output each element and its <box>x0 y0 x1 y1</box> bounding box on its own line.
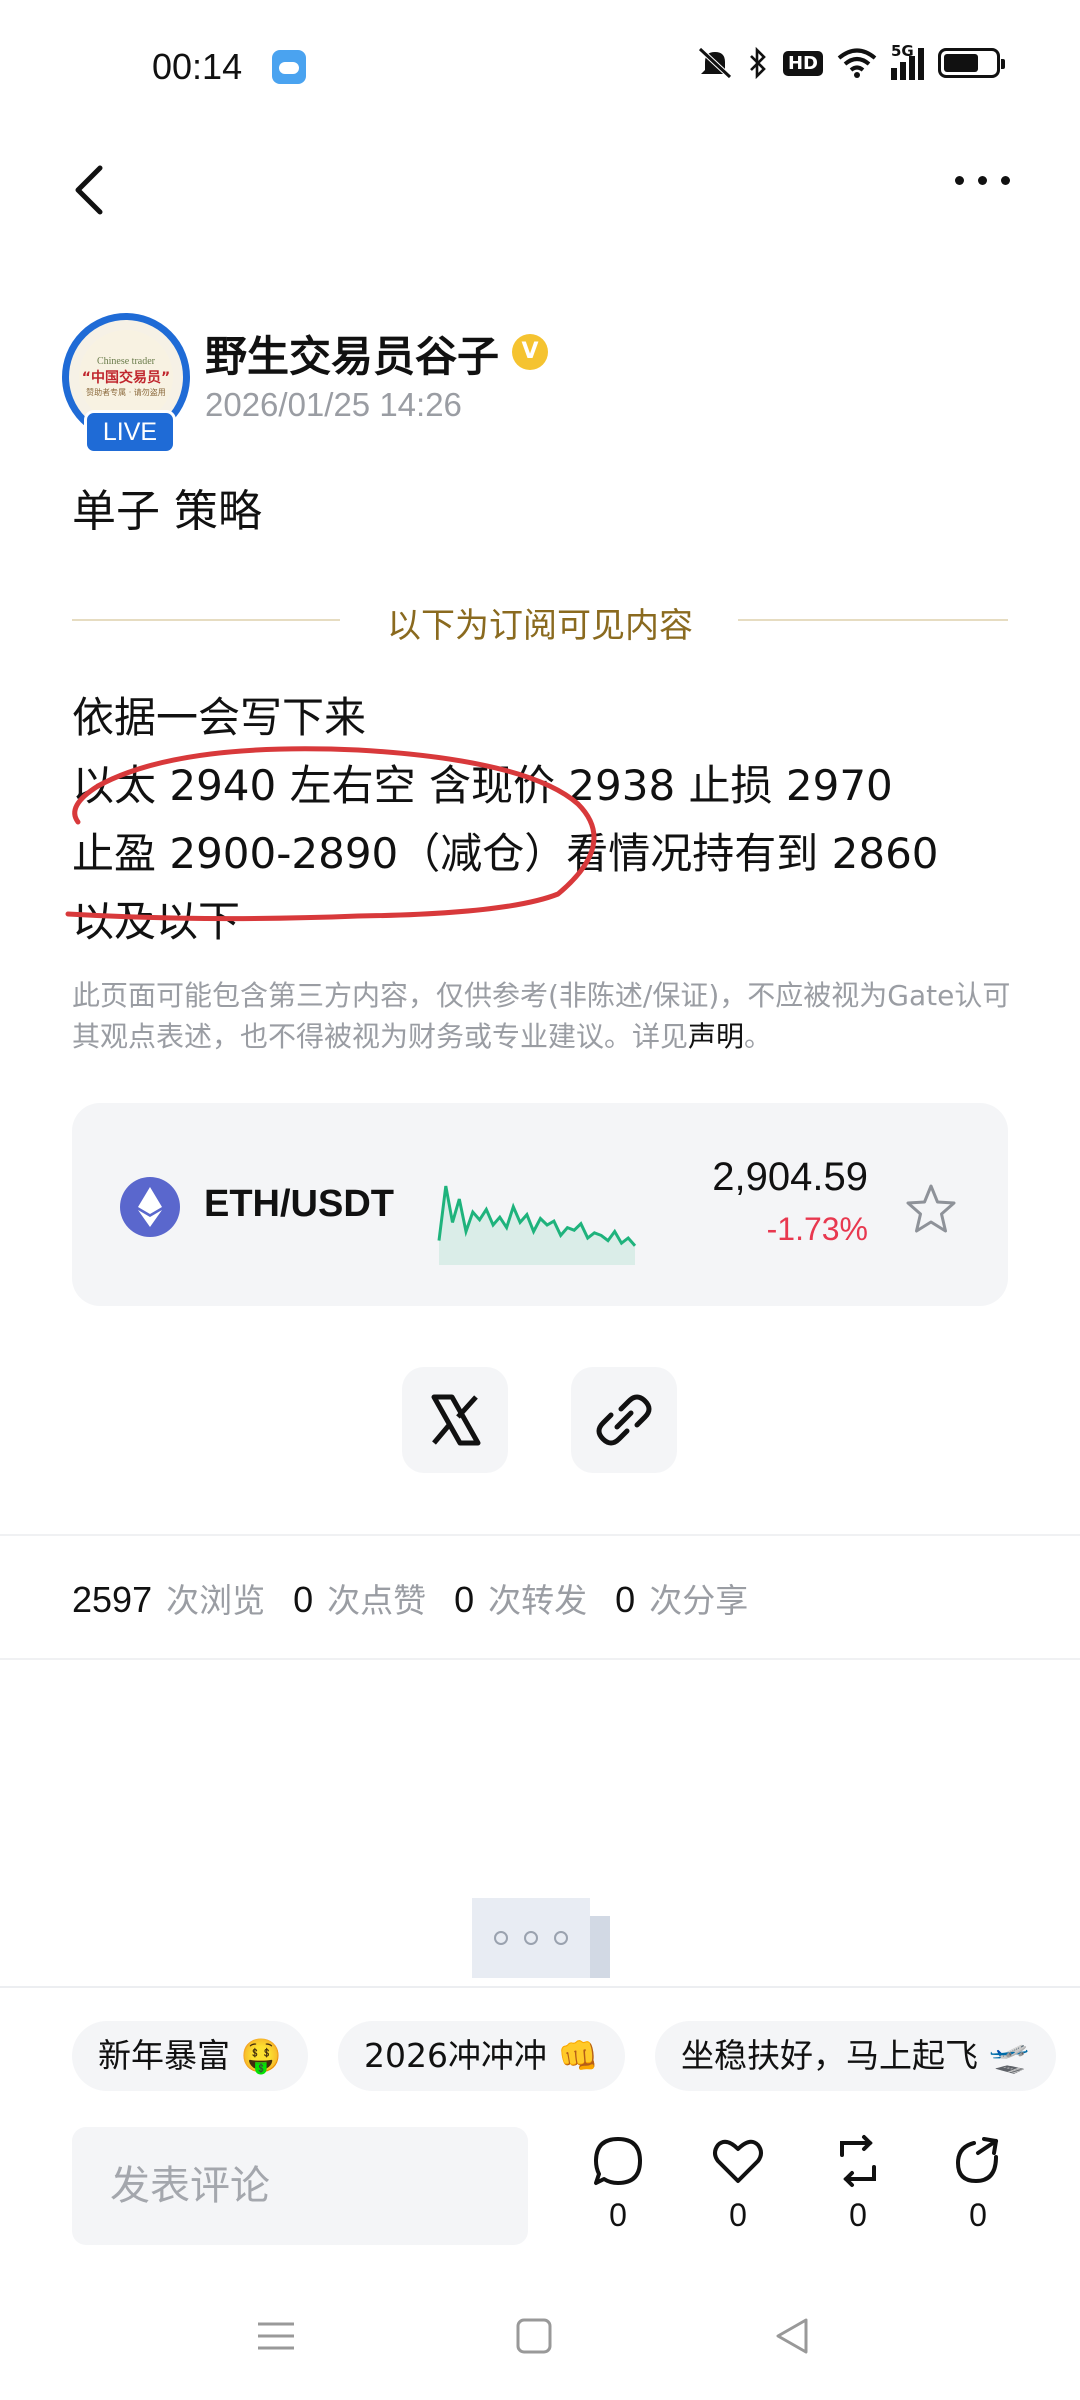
verified-badge-icon: V <box>512 334 548 370</box>
views-count: 2597 <box>72 1579 153 1620</box>
divider <box>0 1658 1080 1660</box>
status-time: 00:14 <box>152 46 243 87</box>
quick-reply-chip[interactable]: 2026冲冲冲 👊 <box>338 2021 625 2091</box>
repost-icon <box>840 2135 876 2187</box>
avatar-text-2: “中国交易员” <box>81 370 171 386</box>
likes-count: 0 <box>293 1579 314 1620</box>
comment-action[interactable]: 0 <box>578 2133 658 2234</box>
share-icon <box>955 2137 998 2184</box>
loading-indicator <box>472 1898 590 1978</box>
avatar-text-1: Chinese trader <box>96 356 156 367</box>
hd-badge: HD <box>782 50 823 76</box>
eth-icon <box>120 1177 180 1237</box>
share-action[interactable]: 0 <box>938 2133 1018 2234</box>
back-nav-icon[interactable] <box>762 2306 822 2366</box>
bluetooth-icon <box>750 46 766 80</box>
like-count: 0 <box>729 2197 747 2233</box>
subscription-label: 以下为订阅可见内容 <box>387 606 693 646</box>
quick-reply-chip[interactable]: 坐稳扶好，马上起飞 🛫 <box>655 2021 1056 2091</box>
copy-link-button[interactable] <box>571 1367 677 1473</box>
heart-icon <box>713 2139 763 2183</box>
wifi-icon <box>837 48 877 78</box>
disclaimer-end: 。 <box>744 1020 773 1053</box>
comment-count: 0 <box>609 2197 627 2233</box>
avatar-text-3: 赞助者专属 · 请勿盗用 <box>86 388 166 397</box>
disclaimer-link[interactable]: 声明 <box>688 1020 744 1053</box>
more-options-button[interactable] <box>948 170 1020 210</box>
reposts-label: 次转发 <box>488 1581 588 1620</box>
menu-nav-icon[interactable] <box>246 2306 306 2366</box>
author-name[interactable]: 野生交易员谷子 <box>205 323 499 384</box>
post-line: 依据一会写下来 <box>72 693 367 742</box>
signal-icon: 5G <box>891 42 924 80</box>
trading-pair: ETH/USDT <box>204 1183 394 1225</box>
ticker-card[interactable]: ETH/USDT 2,904.59 -1.73% <box>72 1103 1008 1306</box>
disclaimer-text: 此页面可能包含第三方内容，仅供参考(非陈述/保证)，不应被视为Gate认可其观点… <box>72 979 1011 1053</box>
status-icons: HD 5G <box>697 42 1005 80</box>
weather-icon <box>272 50 306 84</box>
post-timestamp: 2026/01/25 14:26 <box>205 386 462 423</box>
post-stats: 2597 次浏览 0 次点赞 0 次转发 0 次分享 <box>72 1574 776 1622</box>
network-type: 5G <box>891 42 914 60</box>
comment-input[interactable]: 发表评论 <box>72 2127 528 2245</box>
shares-count: 0 <box>615 1579 636 1620</box>
home-nav-icon[interactable] <box>504 2306 564 2366</box>
back-button[interactable] <box>62 160 122 220</box>
post-title: 单子 策略 <box>72 486 262 537</box>
divider <box>0 1534 1080 1536</box>
quick-reply-chip[interactable]: 新年暴富 🤑 <box>72 2021 308 2091</box>
star-icon[interactable] <box>902 1181 960 1239</box>
repost-action[interactable]: 0 <box>818 2133 898 2234</box>
likes-label: 次点赞 <box>327 1581 427 1620</box>
live-badge[interactable]: LIVE <box>84 410 176 454</box>
battery-icon <box>938 48 1005 78</box>
views-label: 次浏览 <box>166 1581 266 1620</box>
red-annotation-circle <box>65 746 597 922</box>
ticker-price: 2,904.59 <box>712 1155 868 1199</box>
price-sparkline <box>437 1185 637 1265</box>
ticker-change: -1.73% <box>766 1211 868 1247</box>
link-icon <box>596 1394 652 1446</box>
repost-count: 0 <box>849 2197 867 2233</box>
reposts-count: 0 <box>454 1579 475 1620</box>
x-logo-icon <box>431 1394 481 1446</box>
comment-icon <box>594 2137 642 2185</box>
loader-shadow <box>590 1916 610 1978</box>
mute-icon <box>698 47 732 79</box>
share-count: 0 <box>969 2197 987 2233</box>
shares-label: 次分享 <box>649 1581 749 1620</box>
disclaimer: 此页面可能包含第三方内容，仅供参考(非陈述/保证)，不应被视为Gate认可其观点… <box>72 975 1012 1057</box>
share-x-button[interactable] <box>402 1367 508 1473</box>
like-action[interactable]: 0 <box>698 2133 778 2234</box>
